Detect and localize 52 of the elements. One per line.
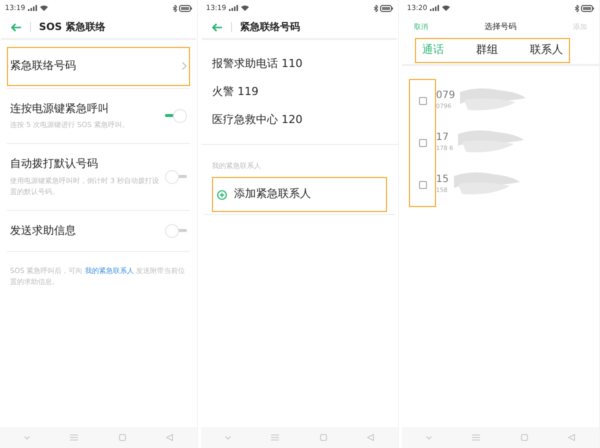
emergency-number[interactable]: 报警求助电话 110 <box>212 50 387 78</box>
home-square-icon[interactable] <box>118 434 126 441</box>
settings-row[interactable]: 紧急联络号码 <box>7 47 190 86</box>
emergency-number[interactable]: 医疗急救中心 120 <box>212 106 387 134</box>
bluetooth-icon <box>575 4 579 12</box>
contact-name: 15 <box>436 173 449 186</box>
chevron-right-icon <box>182 62 187 70</box>
chevron-down-icon[interactable] <box>24 436 30 440</box>
emergency-number[interactable]: 火警 119 <box>212 78 387 106</box>
battery-icon <box>179 4 192 12</box>
signal-icon <box>28 5 38 11</box>
bluetooth-icon <box>374 4 378 12</box>
chevron-down-icon[interactable] <box>225 436 232 440</box>
checkbox[interactable] <box>418 139 426 147</box>
back-triangle-icon[interactable] <box>366 434 374 441</box>
tab[interactable]: 联系人 <box>528 42 565 59</box>
battery-icon <box>380 4 393 12</box>
plus-circle-icon <box>217 190 227 200</box>
back-triangle-icon[interactable] <box>166 434 173 441</box>
menu-icon[interactable] <box>472 434 480 441</box>
toggle-switch[interactable] <box>165 108 187 123</box>
home-square-icon[interactable] <box>520 434 528 441</box>
battery-icon <box>581 4 594 12</box>
checkbox[interactable] <box>418 181 426 189</box>
signal-icon <box>229 5 238 11</box>
setting-label: 自动拨打默认号码 <box>10 156 99 172</box>
wifi-icon <box>40 5 48 11</box>
toggle-switch[interactable] <box>165 170 187 184</box>
bluetooth-icon <box>173 4 177 12</box>
page-title: 紧急联络号码 <box>240 20 300 34</box>
contact-name: 079 <box>436 89 456 102</box>
menu-icon[interactable] <box>271 434 280 441</box>
toggle-switch[interactable] <box>165 224 187 238</box>
setting-label: 连按电源键紧急呼叫 <box>10 100 110 116</box>
back-arrow-icon[interactable] <box>212 22 223 32</box>
back-triangle-icon[interactable] <box>568 434 575 441</box>
tab[interactable]: 群组 <box>474 42 500 59</box>
page-title: SOS 紧急联络 <box>39 20 106 34</box>
add-contact-button[interactable]: 添加紧急联系人 <box>212 177 387 212</box>
settings-row[interactable]: 发送求助信息 <box>7 222 190 239</box>
wifi-icon <box>442 5 450 11</box>
wifi-icon <box>241 5 250 11</box>
menu-icon[interactable] <box>70 434 78 441</box>
signal-icon <box>430 5 440 11</box>
setting-label: 紧急联络号码 <box>10 58 77 74</box>
chevron-down-icon[interactable] <box>426 436 432 440</box>
setting-label: 发送求助信息 <box>10 222 77 238</box>
home-square-icon[interactable] <box>320 434 327 441</box>
contact-name: 17 <box>436 131 450 144</box>
back-arrow-icon[interactable] <box>11 22 22 32</box>
checkbox[interactable] <box>418 97 426 105</box>
page-title: 选择号码 <box>484 21 516 33</box>
